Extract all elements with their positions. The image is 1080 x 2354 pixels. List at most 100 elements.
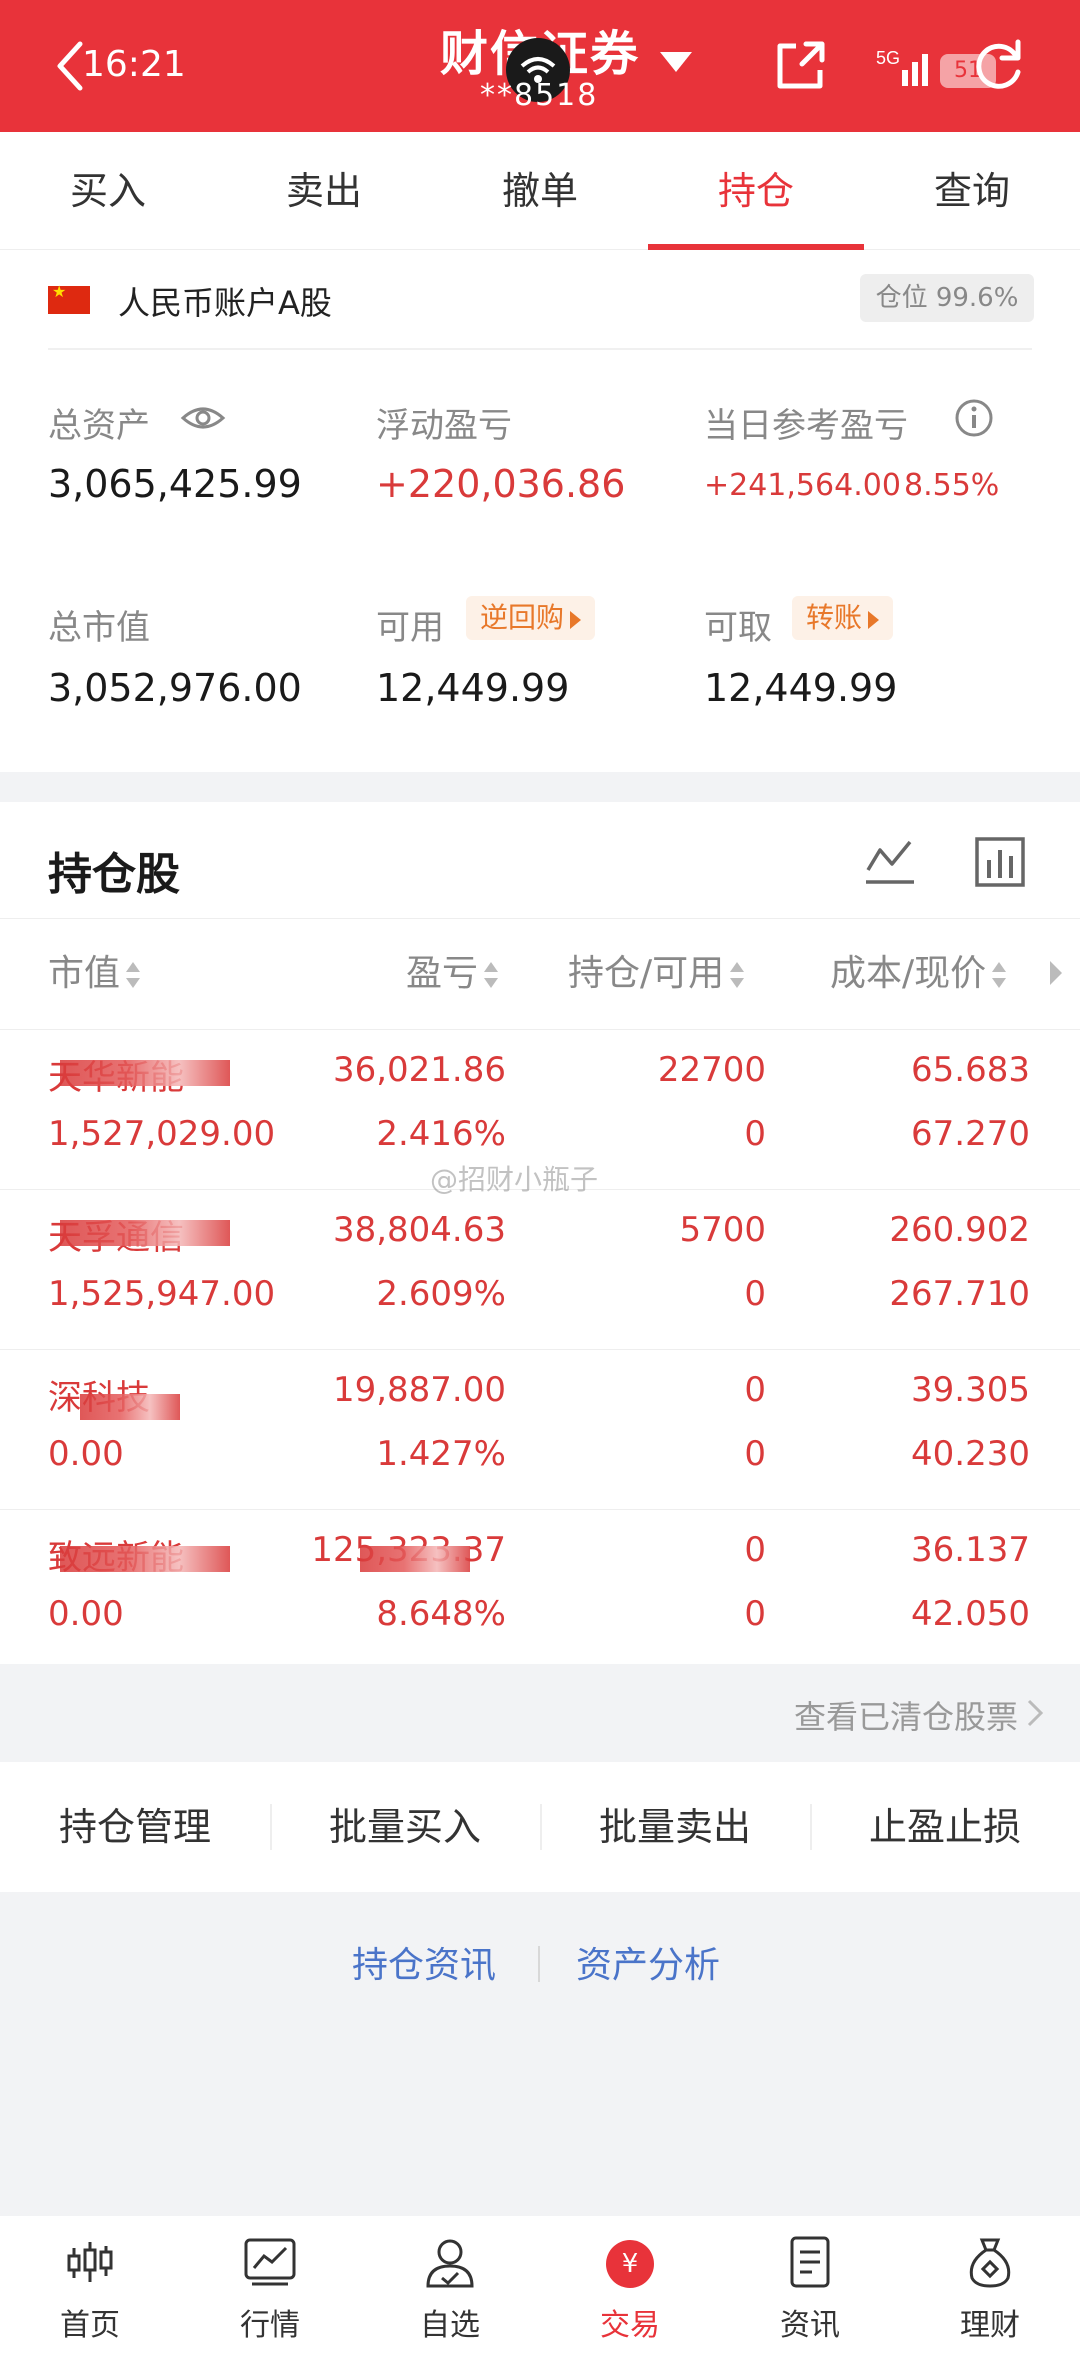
floating-pl-value: +220,036.86 [376,462,626,506]
money-bag-icon [969,2238,1011,2288]
bottom-navigation: 首页 行情 自选 ¥ 交易 资讯 理财 [0,2216,1080,2354]
reverse-repo-button[interactable]: 逆回购 [466,596,596,640]
top-bar: 16:21 财信证券 **8518 5G 51 [0,0,1080,132]
info-icon[interactable] [954,398,994,438]
holdings-news-link[interactable]: 持仓资讯 [352,1936,496,1988]
position-qty: 0 [744,1370,766,1410]
available-qty: 0 [744,1274,766,1314]
cost-price: 39.305 [911,1370,1030,1410]
tab-cancel-order[interactable]: 撤单 [432,132,648,250]
column-label: 持仓/可用 [568,953,725,994]
available-qty: 0 [744,1594,766,1634]
daily-pl-value: +241,564.00 [704,468,901,503]
column-cost-price[interactable]: 成本/现价 [830,919,1008,1029]
share-icon[interactable] [770,36,830,96]
position-ratio-badge: 仓位 99.6% [860,274,1034,322]
nav-label: 理财 [960,2308,1020,2343]
account-name: 人民币账户A股 [118,284,332,322]
signal-5g-icon: 5G [876,48,928,86]
cleared-stocks-link[interactable]: 查看已清仓股票 [794,1692,1018,1738]
person-check-icon [426,2239,474,2288]
asset-analysis-link[interactable]: 资产分析 [576,1936,720,1988]
holding-row[interactable]: 致远新能 0.00 125,323.37 8.648% 0 0 36.137 4… [0,1510,1080,1670]
holdings-title: 持仓股 [48,849,180,900]
batch-buy-button[interactable]: 批量买入 [270,1762,540,1892]
refresh-icon[interactable] [968,36,1028,96]
privacy-mask [80,1394,180,1420]
nav-label: 交易 [600,2308,660,2343]
pl-percent: 2.609% [376,1274,506,1314]
nav-market[interactable]: 行情 [180,2216,360,2354]
cost-price: 36.137 [911,1530,1030,1570]
withdrawable-value: 12,449.99 [704,666,898,710]
position-qty: 22700 [657,1050,766,1090]
nav-label: 自选 [420,2308,480,2343]
account-number: **8518 [480,78,599,113]
nav-wealth[interactable]: 理财 [900,2216,1080,2354]
holding-row[interactable]: 天孚通信 1,525,947.00 38,804.63 2.609% 5700 … [0,1190,1080,1350]
market-value-value: 3,052,976.00 [48,666,302,710]
eye-icon[interactable] [180,400,226,436]
total-assets-value: 3,065,425.99 [48,462,302,506]
cleared-stocks-bar[interactable]: 查看已清仓股票 [0,1664,1080,1762]
pl-percent: 8.648% [376,1594,506,1634]
tab-query[interactable]: 查询 [864,132,1080,250]
divider [538,1946,540,1982]
account-summary: 人民币账户A股 仓位 99.6% 总资产 3,065,425.99 浮动盈亏 +… [0,250,1080,772]
market-value-label: 总市值 [48,608,150,648]
nav-news[interactable]: 资讯 [720,2216,900,2354]
market-value: 0.00 [48,1434,124,1474]
market-value: 1,527,029.00 [48,1114,276,1154]
scroll-right-arrow-icon[interactable] [1048,959,1064,987]
trend-chart-icon [244,2238,296,2286]
total-assets-label: 总资产 [48,406,150,446]
tab-positions[interactable]: 持仓 [648,132,864,250]
nav-trade[interactable]: ¥ 交易 [540,2216,720,2354]
tab-sell[interactable]: 卖出 [216,132,432,250]
line-chart-icon[interactable] [862,834,918,890]
sort-icon [730,962,745,988]
column-label: 成本/现价 [830,953,987,994]
column-label: 市值 [48,953,121,994]
nav-label: 首页 [60,2308,120,2343]
column-position[interactable]: 持仓/可用 [568,919,746,1029]
pl-percent: 1.427% [376,1434,506,1474]
position-qty: 0 [744,1530,766,1570]
column-label: 盈亏 [406,953,479,994]
tab-buy[interactable]: 买入 [0,132,216,250]
market-value: 0.00 [48,1594,124,1634]
candlestick-icon [67,2242,113,2282]
holding-row[interactable]: 深科技 0.00 19,887.00 1.427% 0 0 39.305 40.… [0,1350,1080,1510]
position-management-button[interactable]: 持仓管理 [0,1762,270,1892]
account-switch-caret-icon[interactable] [660,52,692,72]
cost-price: 260.902 [889,1210,1030,1250]
holding-actions: 持仓管理 批量买入 批量卖出 止盈止损 [0,1762,1080,1892]
pl-amount: 38,804.63 [332,1210,506,1250]
current-price: 42.050 [911,1594,1030,1634]
sort-icon [992,962,1007,988]
nav-watchlist[interactable]: 自选 [360,2216,540,2354]
trade-tabs: 买入 卖出 撤单 持仓 查询 [0,132,1080,250]
bar-chart-icon[interactable] [972,834,1028,890]
holdings-section: 持仓股 市值 盈亏 持仓/可用 成本/现价 天华新能 1,527,029.00 … [0,802,1080,1664]
take-profit-stop-loss-button[interactable]: 止盈止损 [810,1762,1080,1892]
nav-home[interactable]: 首页 [0,2216,180,2354]
holdings-table-header: 市值 盈亏 持仓/可用 成本/现价 [0,918,1080,1030]
privacy-mask [60,1220,230,1246]
status-time: 16:21 [82,44,186,85]
available-label: 可用 [376,608,444,648]
sort-icon [484,962,499,988]
column-market-value[interactable]: 市值 [48,919,142,1029]
analysis-links: 持仓资讯 资产分析 [0,1892,1080,2038]
daily-pl-label: 当日参考盈亏 [704,406,908,446]
privacy-mask [360,1546,470,1572]
cost-price: 65.683 [911,1050,1030,1090]
transfer-button[interactable]: 转账 [792,596,894,640]
current-price: 67.270 [911,1114,1030,1154]
floating-pl-label: 浮动盈亏 [376,406,512,446]
available-qty: 0 [744,1434,766,1474]
batch-sell-button[interactable]: 批量卖出 [540,1762,810,1892]
column-pl[interactable]: 盈亏 [406,919,500,1029]
pl-amount: 36,021.86 [332,1050,506,1090]
svg-text:5G: 5G [876,48,900,68]
